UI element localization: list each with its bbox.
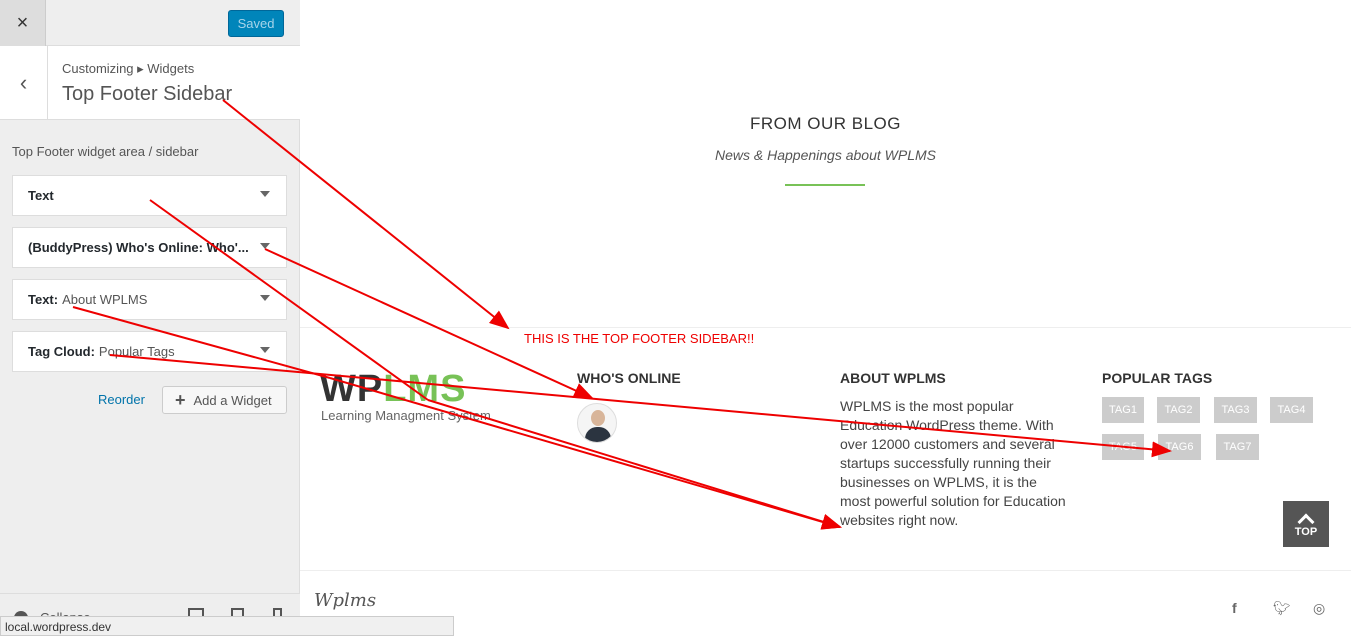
tag-link[interactable]: TAG1 — [1102, 397, 1144, 423]
annotation-text: THIS IS THE TOP FOOTER SIDEBAR!! — [524, 331, 755, 346]
logo-lms: LMS — [383, 368, 467, 410]
back-to-top-button[interactable]: TOP — [1283, 501, 1329, 547]
panel-header: ‹ Customizing ▸ Widgets Top Footer Sideb… — [0, 46, 300, 120]
widget-text[interactable]: Text — [12, 175, 287, 216]
tags-heading: POPULAR TAGS — [1102, 370, 1213, 386]
blog-section-subtitle: News & Happenings about WPLMS — [715, 147, 936, 163]
chevron-down-icon[interactable] — [260, 243, 270, 249]
saved-button[interactable]: Saved — [228, 10, 284, 37]
title-underline — [785, 184, 865, 186]
status-bar-url: local.wordpress.dev — [0, 616, 454, 636]
widget-type: Text: — [28, 292, 59, 307]
dribbble-icon[interactable]: ◎ — [1313, 600, 1325, 617]
close-button[interactable]: × — [0, 0, 46, 46]
chevron-left-icon: ‹ — [19, 69, 28, 95]
widget-tag-cloud[interactable]: Tag Cloud: Popular Tags — [12, 331, 287, 372]
widget-type: Tag Cloud: — [28, 344, 95, 359]
tag-link[interactable]: TAG4 — [1270, 397, 1313, 423]
wplms-logo[interactable]: WPLMS — [320, 368, 466, 411]
breadcrumb: Customizing ▸ Widgets — [62, 61, 195, 76]
twitter-icon[interactable]: 🐦︎ — [1273, 600, 1291, 617]
about-text: WPLMS is the most popular Education Word… — [840, 398, 1066, 528]
chevron-down-icon[interactable] — [260, 191, 270, 197]
plus-icon: + — [175, 389, 186, 410]
whos-online-heading: WHO'S ONLINE — [577, 370, 681, 386]
chevron-down-icon[interactable] — [260, 295, 270, 301]
customizer-topbar: × Saved — [0, 0, 300, 46]
footer-divider — [300, 327, 1351, 328]
back-button[interactable]: ‹ — [0, 46, 48, 119]
panel-title: Top Footer Sidebar — [62, 83, 233, 105]
logo-wp: WP — [320, 368, 384, 410]
widget-title: Popular Tags — [98, 344, 175, 359]
add-widget-label: Add a Widget — [193, 392, 272, 408]
tag-link[interactable]: TAG3 — [1214, 397, 1257, 423]
reorder-link[interactable]: Reorder — [98, 392, 145, 407]
tag-link[interactable]: TAG2 — [1157, 397, 1200, 423]
widget-title: About WPLMS — [62, 292, 148, 307]
chevron-down-icon[interactable] — [260, 347, 270, 353]
blog-section-title: FROM OUR BLOG — [749, 114, 901, 133]
avatar-head — [591, 410, 605, 426]
customizer-sidebar: × Saved ‹ Customizing ▸ Widgets Top Foot… — [0, 0, 300, 636]
tag-link[interactable]: TAG6 — [1158, 434, 1201, 460]
add-widget-button[interactable]: + Add a Widget — [162, 386, 287, 414]
bottom-divider — [300, 570, 1351, 571]
avatar-body — [585, 427, 611, 442]
widget-type: (BuddyPress) Who's Online: Who'... — [28, 240, 249, 255]
about-heading: ABOUT WPLMS — [840, 370, 946, 386]
tag-link[interactable]: TAG7 — [1216, 434, 1259, 460]
widget-type: Text — [28, 188, 54, 203]
widget-whos-online[interactable]: (BuddyPress) Who's Online: Who'... — [12, 227, 287, 268]
site-preview: FROM OUR BLOG News & Happenings about WP… — [300, 0, 1351, 636]
area-description: Top Footer widget area / sidebar — [12, 144, 199, 159]
facebook-icon[interactable]: f — [1232, 600, 1237, 616]
footer-brand[interactable]: Wplms — [314, 590, 376, 611]
tag-link[interactable]: TAG5 — [1102, 434, 1144, 460]
logo-tagline: Learning Managment System — [321, 408, 491, 423]
widget-about[interactable]: Text: About WPLMS — [12, 279, 287, 320]
avatar[interactable] — [577, 403, 617, 443]
